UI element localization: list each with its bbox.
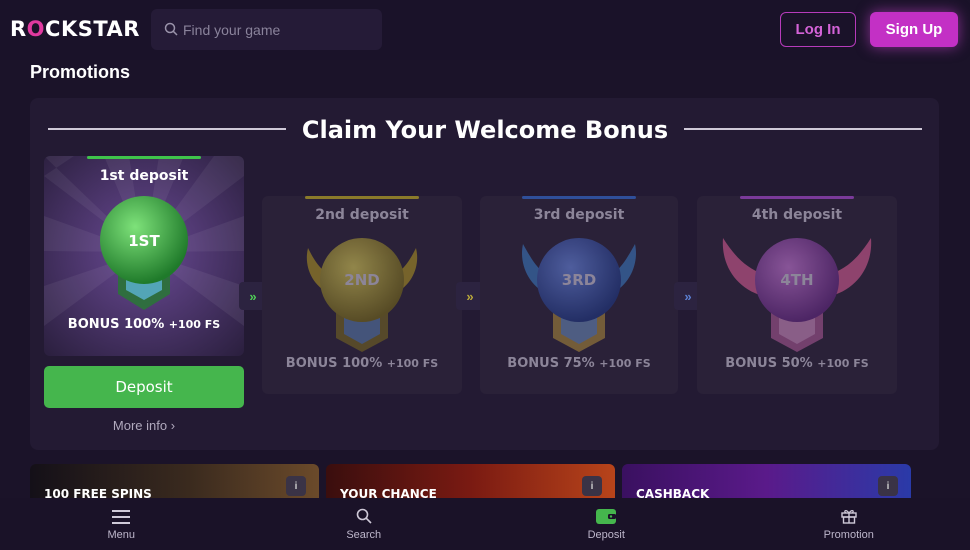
info-icon[interactable]: i (286, 476, 306, 496)
nav-menu[interactable]: Menu (0, 498, 243, 550)
card-indicator-bar (305, 196, 419, 199)
nav-label: Deposit (587, 529, 625, 541)
info-icon[interactable]: i (582, 476, 602, 496)
deposit-card-label: 3rd deposit (533, 207, 625, 223)
page-title: Promotions (30, 62, 131, 82)
deposit-card-label: 4th deposit (751, 207, 843, 223)
rank-text: 4TH (780, 271, 814, 289)
search-icon (356, 508, 372, 524)
game-search-box[interactable] (151, 9, 382, 50)
deposit-card-1[interactable]: 1st deposit 1ST BONUS 100% +100 FS (44, 156, 244, 356)
deposit-card-3[interactable]: 3rd deposit 3RD BONUS 75% +100 FS (480, 196, 678, 394)
gift-icon (841, 510, 857, 524)
nav-label: Menu (107, 529, 136, 541)
green-orb-emblem-icon (100, 196, 188, 310)
nav-deposit[interactable]: Deposit (485, 498, 728, 550)
info-icon[interactable]: i (878, 476, 898, 496)
bonus-text: BONUS 100% +100 FS (67, 317, 221, 332)
active-indicator-bar (87, 156, 201, 159)
search-icon (164, 22, 178, 36)
top-bar: ROCKSTAR Log In Sign Up (0, 0, 970, 60)
login-button[interactable]: Log In (780, 12, 856, 47)
gold-orb-emblem-icon (306, 238, 418, 352)
search-input[interactable] (183, 9, 373, 50)
nav-label: Search (346, 529, 382, 541)
rank-text: 1ST (128, 232, 160, 250)
nav-search[interactable]: Search (243, 498, 486, 550)
card-indicator-bar (522, 196, 636, 199)
deposit-card-label: 1st deposit (99, 168, 189, 184)
rank-text: 2ND (344, 271, 380, 289)
card-indicator-bar (740, 196, 854, 199)
deposit-card-4[interactable]: 4th deposit 4TH BONUS 50% +100 FS (697, 196, 897, 394)
menu-icon (112, 510, 131, 524)
nav-promotion[interactable]: Promotion (728, 498, 970, 550)
bonus-text: BONUS 100% +100 FS (285, 356, 439, 371)
more-info-link[interactable]: More info › (44, 418, 244, 433)
rockstar-logo[interactable]: ROCKSTAR (10, 17, 140, 41)
signup-button[interactable]: Sign Up (870, 12, 958, 47)
bonus-text: BONUS 75% +100 FS (507, 356, 651, 371)
deposit-card-label: 2nd deposit (315, 207, 409, 223)
welcome-bonus-heading: Claim Your Welcome Bonus (301, 116, 669, 144)
bottom-navigation: Menu Search Deposit Promotion (0, 498, 970, 550)
deposit-card-2[interactable]: 2nd deposit 2ND BONUS 100% +100 FS (262, 196, 462, 394)
blue-orb-emblem-icon (522, 238, 636, 352)
purple-orb-emblem-icon (722, 238, 872, 352)
bonus-text: BONUS 50% +100 FS (725, 356, 869, 371)
wallet-icon (596, 509, 617, 524)
nav-label: Promotion (823, 529, 874, 541)
rank-text: 3RD (561, 271, 597, 289)
deposit-button[interactable]: Deposit (44, 366, 244, 408)
